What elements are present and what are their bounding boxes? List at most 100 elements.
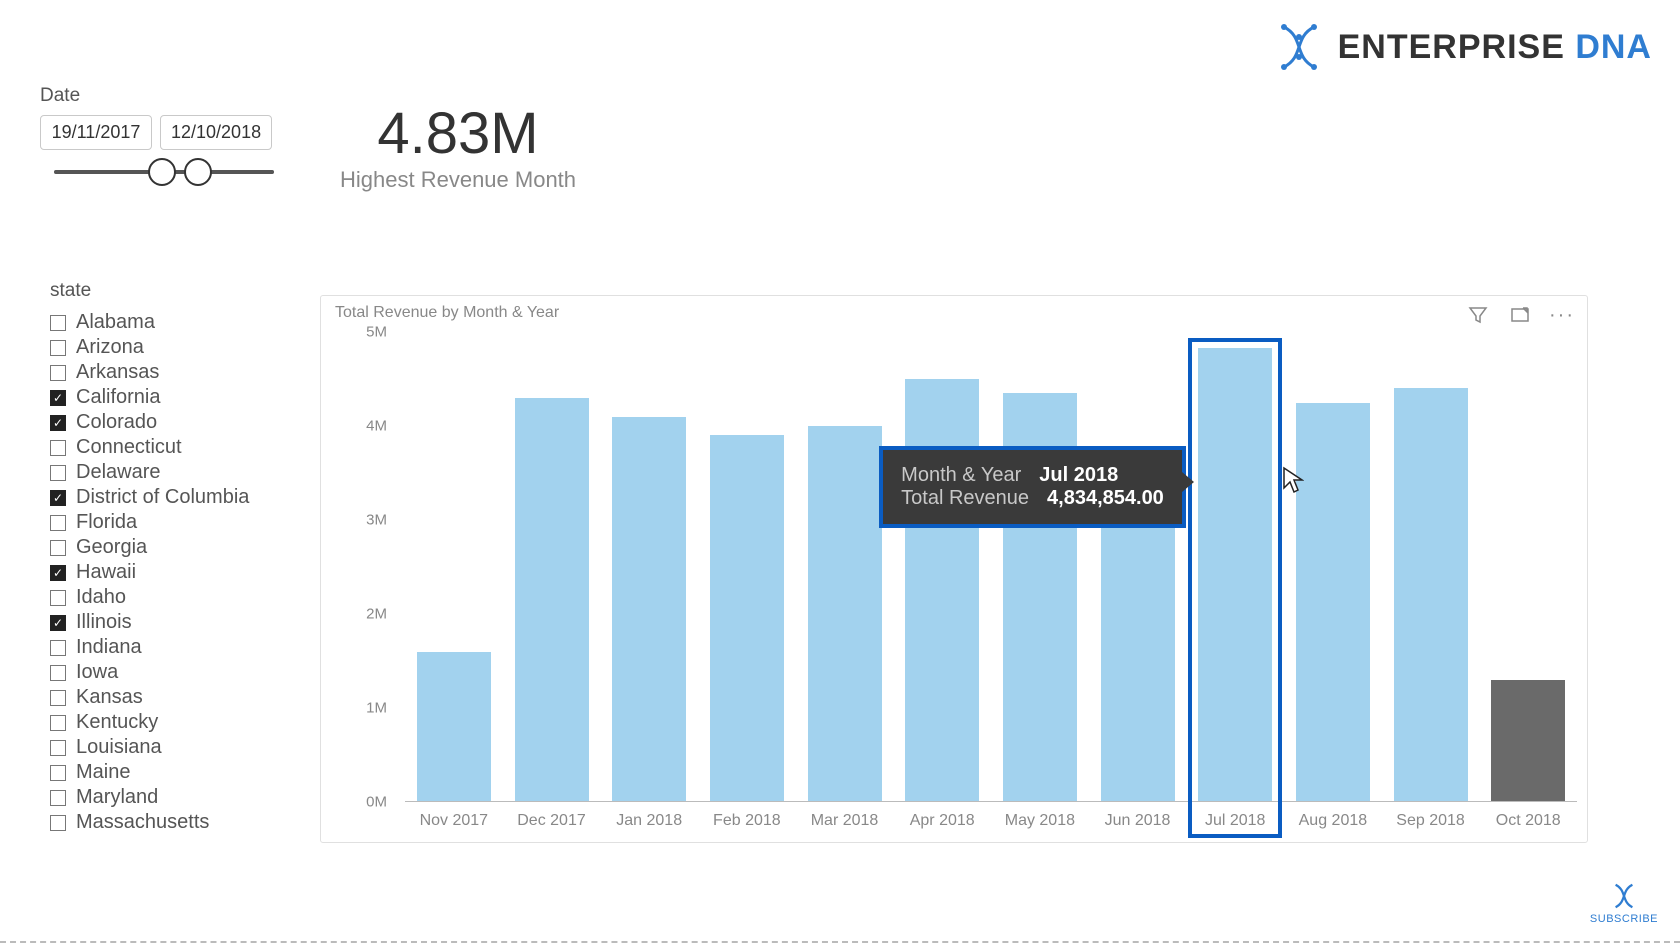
subscribe-text: SUBSCRIBE [1590,913,1658,925]
subscribe-badge[interactable]: SUBSCRIBE [1590,882,1658,925]
brand-text: ENTERPRISE DNA [1338,28,1652,67]
tooltip-value-1: Jul 2018 [1039,464,1118,487]
checkbox-icon[interactable] [50,465,66,481]
y-tick-label: 5M [353,324,387,341]
state-item-label: District of Columbia [76,486,249,509]
checkbox-icon[interactable]: ✓ [50,490,66,506]
state-item-alabama[interactable]: Alabama [50,310,290,335]
bar-column[interactable] [1186,332,1284,802]
state-item-label: Maryland [76,786,158,809]
bar-column[interactable] [698,332,796,802]
state-item-hawaii[interactable]: ✓ Hawaii [50,560,290,585]
state-item-maryland[interactable]: Maryland [50,785,290,810]
state-slicer[interactable]: state AlabamaArizonaArkansas✓California✓… [50,280,290,835]
state-item-idaho[interactable]: Idaho [50,585,290,610]
checkbox-icon[interactable] [50,740,66,756]
checkbox-icon[interactable] [50,815,66,831]
x-tick-label: Jul 2018 [1186,812,1284,830]
bar[interactable] [1394,388,1468,802]
checkbox-icon[interactable]: ✓ [50,565,66,581]
bar-column[interactable] [893,332,991,802]
state-item-colorado[interactable]: ✓Colorado [50,410,290,435]
checkbox-icon[interactable] [50,340,66,356]
bar-column[interactable] [1382,332,1480,802]
bar-column[interactable] [1284,332,1382,802]
state-item-district-of-columbia[interactable]: ✓ District of Columbia [50,485,290,510]
checkbox-icon[interactable] [50,715,66,731]
checkbox-icon[interactable] [50,315,66,331]
checkbox-icon[interactable] [50,365,66,381]
bar[interactable] [905,379,979,802]
bar-column[interactable] [1479,332,1577,802]
checkbox-icon[interactable] [50,640,66,656]
state-item-arizona[interactable]: Arizona [50,335,290,360]
checkbox-icon[interactable]: ✓ [50,415,66,431]
date-to-input[interactable]: 12/10/2018 [160,115,272,150]
revenue-chart-visual[interactable]: Total Revenue by Month & Year ··· 0M1M2M… [320,295,1588,843]
checkbox-icon[interactable]: ✓ [50,615,66,631]
state-item-massachusetts[interactable]: Massachusetts [50,810,290,835]
date-slicer[interactable]: Date 19/11/2017 12/10/2018 [40,85,280,186]
state-item-maine[interactable]: Maine [50,760,290,785]
checkbox-icon[interactable] [50,690,66,706]
state-item-label: Hawaii [76,561,136,584]
state-item-delaware[interactable]: Delaware [50,460,290,485]
state-item-label: Iowa [76,661,118,684]
state-item-california[interactable]: ✓ California [50,385,290,410]
bar[interactable] [710,435,784,802]
more-options-icon[interactable]: ··· [1551,304,1573,326]
checkbox-icon[interactable] [50,440,66,456]
state-item-kansas[interactable]: Kansas [50,685,290,710]
state-item-label: Delaware [76,461,160,484]
state-item-georgia[interactable]: Georgia [50,535,290,560]
state-item-florida[interactable]: Florida [50,510,290,535]
slider-handle-right[interactable] [184,158,212,186]
bar-column[interactable] [405,332,503,802]
bar-column[interactable] [991,332,1089,802]
state-item-label: Maine [76,761,130,784]
date-range-slider[interactable] [54,158,274,186]
bar[interactable] [417,652,491,802]
state-item-illinois[interactable]: ✓Illinois [50,610,290,635]
bar[interactable] [1198,348,1272,802]
state-item-indiana[interactable]: Indiana [50,635,290,660]
bar[interactable] [808,426,882,802]
checkbox-icon[interactable] [50,665,66,681]
checkbox-icon[interactable] [50,515,66,531]
bar-column[interactable] [600,332,698,802]
card-value: 4.83M [340,100,576,167]
checkbox-icon[interactable] [50,590,66,606]
chart-title: Total Revenue by Month & Year [335,304,559,322]
state-item-louisiana[interactable]: Louisiana [50,735,290,760]
x-tick-label: Oct 2018 [1479,812,1577,830]
date-from-input[interactable]: 19/11/2017 [40,115,152,150]
state-item-label: California [76,386,160,409]
state-item-arkansas[interactable]: Arkansas [50,360,290,385]
checkbox-icon[interactable] [50,790,66,806]
x-tick-label: Aug 2018 [1284,812,1382,830]
state-item-connecticut[interactable]: Connecticut [50,435,290,460]
x-tick-label: Jun 2018 [1089,812,1187,830]
bar[interactable] [1491,680,1565,802]
bar[interactable] [1296,403,1370,803]
bar-column[interactable] [1089,332,1187,802]
state-slicer-title: state [50,280,290,302]
x-tick-label: Sep 2018 [1382,812,1480,830]
x-tick-label: Jan 2018 [600,812,698,830]
checkbox-icon[interactable] [50,540,66,556]
focus-mode-icon[interactable] [1509,304,1531,326]
dna-small-icon [1610,882,1638,910]
date-slicer-title: Date [40,85,280,107]
bar-column[interactable] [503,332,601,802]
bar[interactable] [612,417,686,802]
state-item-label: Louisiana [76,736,162,759]
state-item-iowa[interactable]: Iowa [50,660,290,685]
filter-icon[interactable] [1467,304,1489,326]
bar-column[interactable] [796,332,894,802]
bar[interactable] [515,398,589,802]
checkbox-icon[interactable] [50,765,66,781]
state-item-label: Kentucky [76,711,158,734]
checkbox-icon[interactable]: ✓ [50,390,66,406]
slider-handle-left[interactable] [148,158,176,186]
state-item-kentucky[interactable]: Kentucky [50,710,290,735]
